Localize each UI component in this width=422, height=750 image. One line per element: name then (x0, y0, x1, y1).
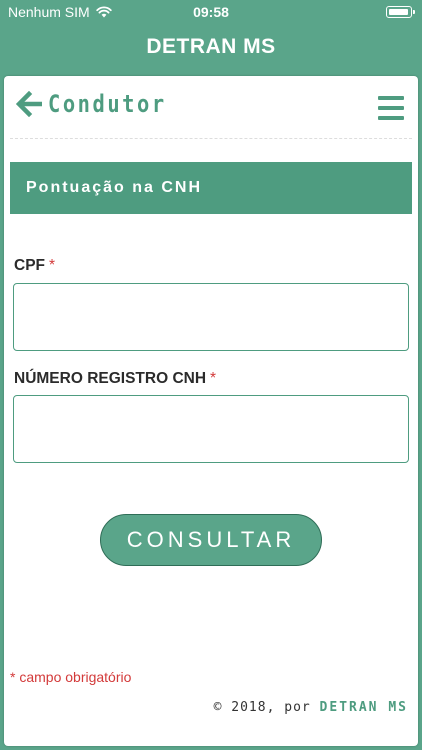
footer-credit: © 2018, por DETRAN MS (214, 700, 408, 715)
cnh-label: NÚMERO REGISTRO CNH * (14, 370, 216, 388)
footer-credit-prefix: © 2018, por (213, 700, 311, 715)
page-header: Condutor (4, 76, 418, 138)
header-divider (10, 138, 412, 139)
cpf-label-text: CPF (14, 257, 45, 274)
cnh-label-text: NÚMERO REGISTRO CNH (14, 370, 207, 387)
cpf-input[interactable] (13, 283, 409, 351)
cnh-registro-input[interactable] (13, 395, 409, 463)
battery-icon (386, 6, 415, 18)
section-title: Pontuação na CNH (26, 179, 203, 196)
app-title: DETRAN MS (146, 35, 276, 58)
section-banner: Pontuação na CNH (10, 162, 412, 214)
cpf-label: CPF * (14, 257, 55, 275)
page-title: Condutor (48, 90, 167, 118)
footer-credit-brand: DETRAN MS (319, 700, 408, 715)
hamburger-menu-icon[interactable] (378, 96, 404, 120)
back-button[interactable]: Condutor (16, 90, 188, 118)
status-time: 09:58 (193, 4, 229, 20)
status-bar: Nenhum SIM 09:58 (0, 0, 422, 24)
back-arrow-icon (16, 91, 42, 117)
required-field-note: * campo obrigatório (10, 669, 132, 685)
content-card: Condutor Pontuação na CNH CPF * NÚMERO RE… (4, 76, 418, 746)
cnh-required-mark: * (210, 370, 217, 387)
cpf-required-mark: * (49, 257, 56, 274)
consultar-button[interactable]: CONSULTAR (100, 514, 322, 566)
